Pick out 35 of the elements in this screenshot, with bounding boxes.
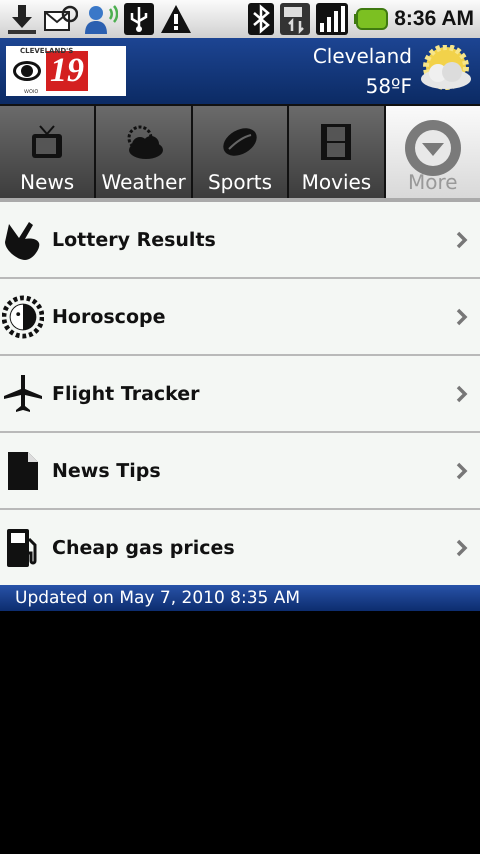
document-icon — [6, 450, 40, 490]
tab[interactable]: Sports — [192, 106, 288, 198]
signal-icon — [316, 3, 348, 35]
menu-item-label: Cheap gas prices — [52, 536, 236, 558]
eye-icon — [12, 60, 42, 82]
chevron-icon — [456, 230, 468, 248]
data-network-icon — [280, 3, 310, 35]
download-icon — [6, 3, 38, 35]
airplane-icon — [2, 372, 44, 414]
menu-item[interactable]: Cheap gas prices — [0, 510, 480, 585]
battery-icon — [354, 8, 388, 30]
menu-item-label: Flight Tracker — [52, 382, 201, 404]
menu-item-label: Horoscope — [52, 306, 166, 328]
tab[interactable]: Movies — [289, 106, 384, 198]
menu-item-label: Lottery Results — [52, 228, 217, 250]
tab[interactable]: Weather — [96, 106, 191, 198]
clock-time: 8:36 AM — [394, 7, 474, 31]
chevron-icon — [456, 462, 468, 480]
person-icon — [84, 3, 118, 35]
menu-item-label: News Tips — [52, 460, 162, 482]
warning-icon — [160, 4, 192, 34]
menu-item[interactable]: Lottery Results — [0, 202, 480, 279]
menu-item[interactable]: Flight Tracker — [0, 356, 480, 433]
updated-text: Updated on May 7, 2010 8:35 AM — [15, 588, 300, 608]
city-name: Cleveland — [312, 44, 412, 68]
menu-item[interactable]: Horoscope — [0, 279, 480, 356]
chevron-icon — [456, 538, 468, 556]
menu-item[interactable]: News Tips — [0, 433, 480, 510]
temperature: 58ºF — [366, 74, 412, 98]
usb-icon — [124, 3, 154, 35]
chevron-icon — [456, 384, 468, 402]
chevron-icon — [456, 308, 468, 326]
bluetooth-icon — [248, 3, 274, 35]
email-icon — [44, 4, 78, 34]
tab[interactable]: News — [0, 106, 94, 198]
